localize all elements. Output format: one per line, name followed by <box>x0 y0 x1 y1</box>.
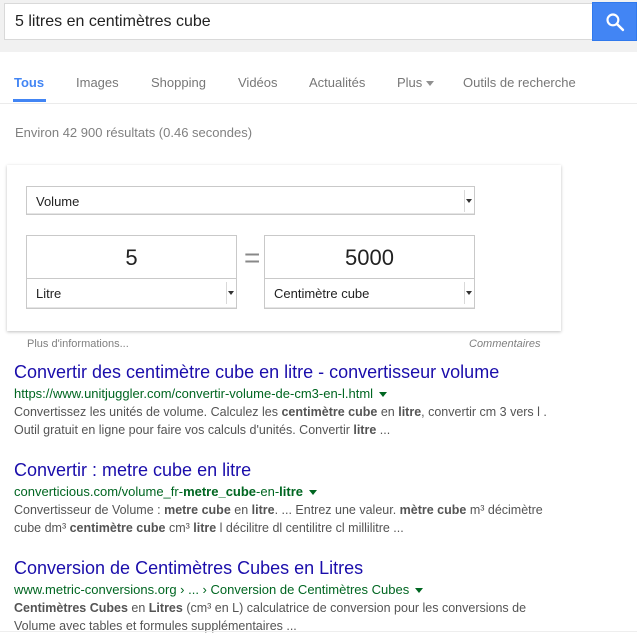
equals-sign: = <box>244 242 261 273</box>
dropdown-arrow-icon <box>226 282 234 304</box>
highlighted-text: Litres <box>148 601 183 615</box>
feedback-link[interactable]: Commentaires <box>469 338 541 350</box>
highlighted-text: centimètre cube <box>281 405 378 419</box>
highlighted-text: litre <box>251 503 275 517</box>
text-fragment: -en- <box>256 484 280 499</box>
unit-type-select[interactable]: Volume <box>26 186 475 215</box>
highlighted-text: litre <box>279 484 304 499</box>
tab-shopping[interactable]: Shopping <box>151 75 206 90</box>
search-result: Convertir des centimètre cube en litre -… <box>14 362 554 439</box>
result-title-link[interactable]: Conversion de Centimètres Cubes en Litre… <box>14 558 554 579</box>
highlighted-text: centimètre cube <box>69 521 166 535</box>
tab-more[interactable]: Plus <box>397 75 435 90</box>
left-unit-label: Litre <box>36 286 62 301</box>
dropdown-arrow-icon <box>464 282 472 304</box>
highlighted-text: metre_cube <box>183 484 257 499</box>
highlighted-text: Centimètres Cubes <box>14 601 128 615</box>
left-value-input[interactable]: 5 <box>27 245 236 271</box>
tab-all[interactable]: Tous <box>14 75 44 90</box>
url-menu-chevron-icon[interactable] <box>415 588 424 594</box>
search-input[interactable] <box>15 4 585 39</box>
result-stats: Environ 42 900 résultats (0.46 secondes) <box>15 125 253 140</box>
result-url: www.metric-conversions.org › ... › Conve… <box>14 582 554 597</box>
search-header <box>0 0 637 52</box>
search-button[interactable] <box>592 2 637 41</box>
chevron-down-icon <box>426 81 435 87</box>
dropdown-arrow-icon <box>464 190 472 212</box>
tab-more-label: Plus <box>397 75 423 90</box>
more-info-link[interactable]: Plus d'informations... <box>27 338 129 350</box>
highlighted-text: litre <box>398 405 422 419</box>
left-value-box: 5 Litre <box>26 235 237 309</box>
text-fragment: cm³ <box>165 521 194 535</box>
result-url: converticious.com/volume_fr-metre_cube-e… <box>14 484 554 499</box>
unit-converter-card: Volume 5 Litre = 5000 Centimètre cube <box>7 165 561 331</box>
text-fragment: converticious.com/volume_fr- <box>14 484 184 499</box>
search-tabs: Tous Images Shopping Vidéos Actualités P… <box>0 52 637 104</box>
left-unit-select[interactable]: Litre <box>26 278 237 309</box>
text-fragment: en <box>377 405 399 419</box>
text-fragment: . ... Entrez une valeur. <box>274 503 400 517</box>
tab-search-tools[interactable]: Outils de recherche <box>463 75 576 90</box>
text-fragment: en <box>127 601 149 615</box>
right-value-input[interactable]: 5000 <box>265 245 474 271</box>
highlighted-text: mètre cube <box>399 503 467 517</box>
right-value-box: 5000 Centimètre cube <box>264 235 475 309</box>
result-title-link[interactable]: Convertir : metre cube en litre <box>14 460 554 481</box>
active-tab-indicator <box>13 99 46 102</box>
text-fragment: Convertissez les unités de volume. Calcu… <box>14 405 282 419</box>
result-url-text: converticious.com/volume_fr-metre_cube-e… <box>14 484 303 499</box>
result-url-text: www.metric-conversions.org › ... › Conve… <box>14 582 410 597</box>
highlighted-text: litre <box>353 423 377 437</box>
highlighted-text: litre <box>193 521 217 535</box>
text-fragment: l décilitre dl centilitre cl millilitre … <box>216 521 404 535</box>
url-menu-chevron-icon[interactable] <box>309 490 318 496</box>
text-fragment: Convertisseur de Volume : <box>14 503 165 517</box>
result-url-text: https://www.unitjuggler.com/convertir-vo… <box>14 386 374 401</box>
highlighted-text: metre cube <box>164 503 231 517</box>
search-box <box>4 3 593 40</box>
tab-news[interactable]: Actualités <box>309 75 365 90</box>
text-fragment: ... <box>376 423 391 437</box>
search-icon <box>606 13 625 32</box>
right-unit-label: Centimètre cube <box>274 286 370 301</box>
url-menu-chevron-icon[interactable] <box>379 392 388 398</box>
tab-videos[interactable]: Vidéos <box>238 75 278 90</box>
result-title-link[interactable]: Convertir des centimètre cube en litre -… <box>14 362 554 383</box>
text-fragment: en <box>230 503 252 517</box>
search-result: Convertir : metre cube en litre converti… <box>14 460 554 537</box>
result-snippet: Convertisseur de Volume : metre cube en … <box>14 501 554 537</box>
result-snippet: Centimètres Cubes en Litres (cm³ en L) c… <box>14 599 554 635</box>
result-snippet: Convertissez les unités de volume. Calcu… <box>14 403 554 439</box>
result-url: https://www.unitjuggler.com/convertir-vo… <box>14 386 554 401</box>
tab-images[interactable]: Images <box>76 75 119 90</box>
unit-type-label: Volume <box>36 194 80 209</box>
right-unit-select[interactable]: Centimètre cube <box>264 278 475 309</box>
search-result: Conversion de Centimètres Cubes en Litre… <box>14 558 554 635</box>
